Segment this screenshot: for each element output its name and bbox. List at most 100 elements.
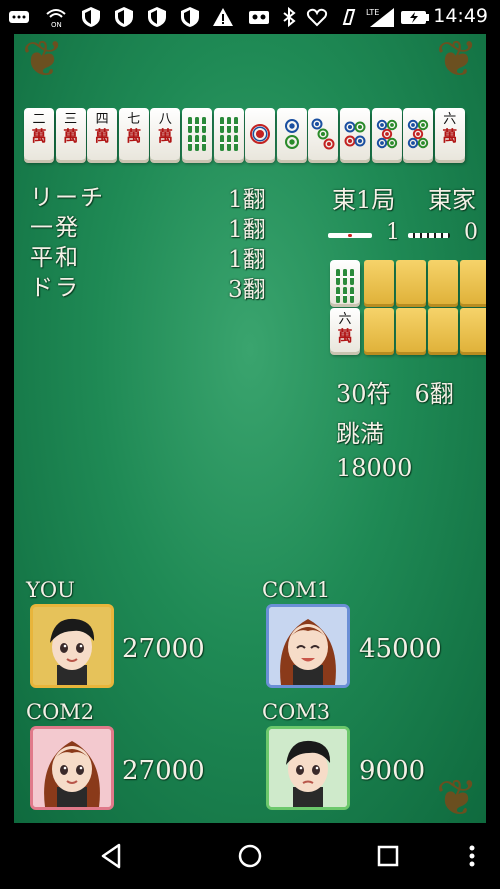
girl-portrait-icon xyxy=(269,607,347,685)
ornament-top-left: ❦ xyxy=(22,34,64,88)
hidden-uradora-tile xyxy=(364,308,394,352)
hidden-uradora-tile xyxy=(396,308,426,352)
tile-suit: 萬 xyxy=(63,127,79,145)
boy-portrait-icon xyxy=(33,607,111,685)
ornament-top-right: ❦ xyxy=(436,34,478,88)
uradora-indicator-tile: 六萬 xyxy=(330,308,360,352)
hand-tile: 七萬 xyxy=(118,108,149,160)
hand-tile xyxy=(182,108,212,160)
riichi-stick-icon xyxy=(408,233,450,238)
battery-charging-icon xyxy=(400,6,430,28)
hand-tile xyxy=(371,108,402,160)
shield-icon xyxy=(179,6,201,28)
shield-icon xyxy=(113,6,135,28)
lte-signal-icon: LTE xyxy=(366,6,396,28)
player-name: YOU xyxy=(26,578,75,602)
round-label: 東1局 xyxy=(332,186,396,214)
hand-tile: 三萬 xyxy=(55,108,86,160)
yaku-han: 1翻 xyxy=(228,247,266,273)
tile-rank: 三 xyxy=(64,112,78,127)
hidden-dora-tile xyxy=(396,260,426,304)
player-score: 9000 xyxy=(359,756,426,786)
shield-icon xyxy=(146,6,168,28)
sou-tile-icon xyxy=(188,117,206,151)
warning-icon xyxy=(212,6,234,28)
hand-tile xyxy=(403,108,434,160)
tile-rank: 二 xyxy=(32,112,46,127)
nfc-icon xyxy=(338,6,360,28)
win-points: 18000 xyxy=(336,454,413,482)
avatar xyxy=(266,726,350,810)
yaku-name: 一発 xyxy=(30,215,80,241)
game-board: ❦ ❦ ❦ 二萬三萬四萬七萬八萬六萬 リーチ 1翻 一発 1翻 平和 1翻 ドラ… xyxy=(14,34,486,823)
tile-suit: 萬 xyxy=(94,127,110,145)
seat-wind: 東家 xyxy=(428,186,476,214)
player-name: COM3 xyxy=(262,700,331,724)
yaku-name: リーチ xyxy=(30,185,105,211)
player-name: COM2 xyxy=(26,700,95,724)
avatar xyxy=(30,726,114,810)
hand-tile: 四萬 xyxy=(87,108,118,160)
hidden-uradora-tile xyxy=(460,308,486,352)
pin-tile-icon xyxy=(407,119,429,149)
hand-tile xyxy=(245,108,276,160)
hand-tile xyxy=(213,108,244,160)
hand-tile: 六萬 xyxy=(434,108,465,160)
hand-tile: 二萬 xyxy=(24,108,54,160)
recents-button[interactable] xyxy=(371,839,405,873)
yaku-name: 平和 xyxy=(30,245,80,271)
recents-icon xyxy=(377,845,399,867)
pin-tile-icon xyxy=(344,121,366,147)
pin-tile-icon xyxy=(250,124,271,144)
tile-suit: 萬 xyxy=(442,127,458,145)
sou-tile-icon xyxy=(219,117,238,151)
wifi-calling-icon: ON xyxy=(45,6,67,29)
hand-tile xyxy=(308,108,339,160)
home-icon xyxy=(238,844,262,868)
tile-suit: 萬 xyxy=(157,127,173,145)
tile-rank: 六 xyxy=(338,312,352,327)
ornament-bottom-right: ❦ xyxy=(436,769,478,823)
player-score: 45000 xyxy=(359,634,442,664)
player-score: 27000 xyxy=(122,756,205,786)
winning-hand: 二萬三萬四萬七萬八萬六萬 xyxy=(24,108,484,170)
yaku-name: ドラ xyxy=(30,275,80,301)
svg-text:LTE: LTE xyxy=(366,8,379,17)
tile-rank: 七 xyxy=(127,112,141,127)
avatar xyxy=(266,604,350,688)
honba-count: 1 xyxy=(386,220,400,245)
player-name: COM1 xyxy=(262,578,331,602)
hidden-dora-tile xyxy=(364,260,394,304)
tile-suit: 萬 xyxy=(31,127,47,145)
svg-text:ON: ON xyxy=(51,21,62,28)
player-score: 27000 xyxy=(122,634,205,664)
yaku-han: 3翻 xyxy=(228,277,266,303)
hand-tile xyxy=(340,108,370,160)
tile-rank: 六 xyxy=(443,112,457,127)
avatar xyxy=(30,604,114,688)
limit-hand-name: 跳満 xyxy=(336,420,384,448)
hidden-dora-tile xyxy=(428,260,458,304)
home-button[interactable] xyxy=(233,839,267,873)
tile-suit: 萬 xyxy=(126,127,142,145)
tile-rank: 四 xyxy=(95,112,109,127)
hidden-uradora-tile xyxy=(428,308,458,352)
pin-tile-icon xyxy=(311,118,335,150)
sou-tile-icon xyxy=(336,269,354,303)
heart-icon xyxy=(306,6,328,28)
more-vert-icon xyxy=(469,845,475,867)
yaku-han: 1翻 xyxy=(228,187,266,213)
back-button[interactable] xyxy=(95,839,129,873)
back-icon xyxy=(101,843,121,869)
navigation-bar xyxy=(0,823,500,889)
pin-tile-icon xyxy=(284,119,299,149)
pin-tile-icon xyxy=(376,119,397,149)
boy-portrait-icon xyxy=(269,729,347,807)
tile-rank: 八 xyxy=(158,112,172,127)
shield-icon xyxy=(80,6,102,28)
voicemail-icon xyxy=(248,6,270,28)
yaku-han: 1翻 xyxy=(228,217,266,243)
overflow-menu-button[interactable] xyxy=(455,839,489,873)
hand-tile xyxy=(276,108,307,160)
fu-han-total: 30符 6翻 xyxy=(336,380,454,408)
